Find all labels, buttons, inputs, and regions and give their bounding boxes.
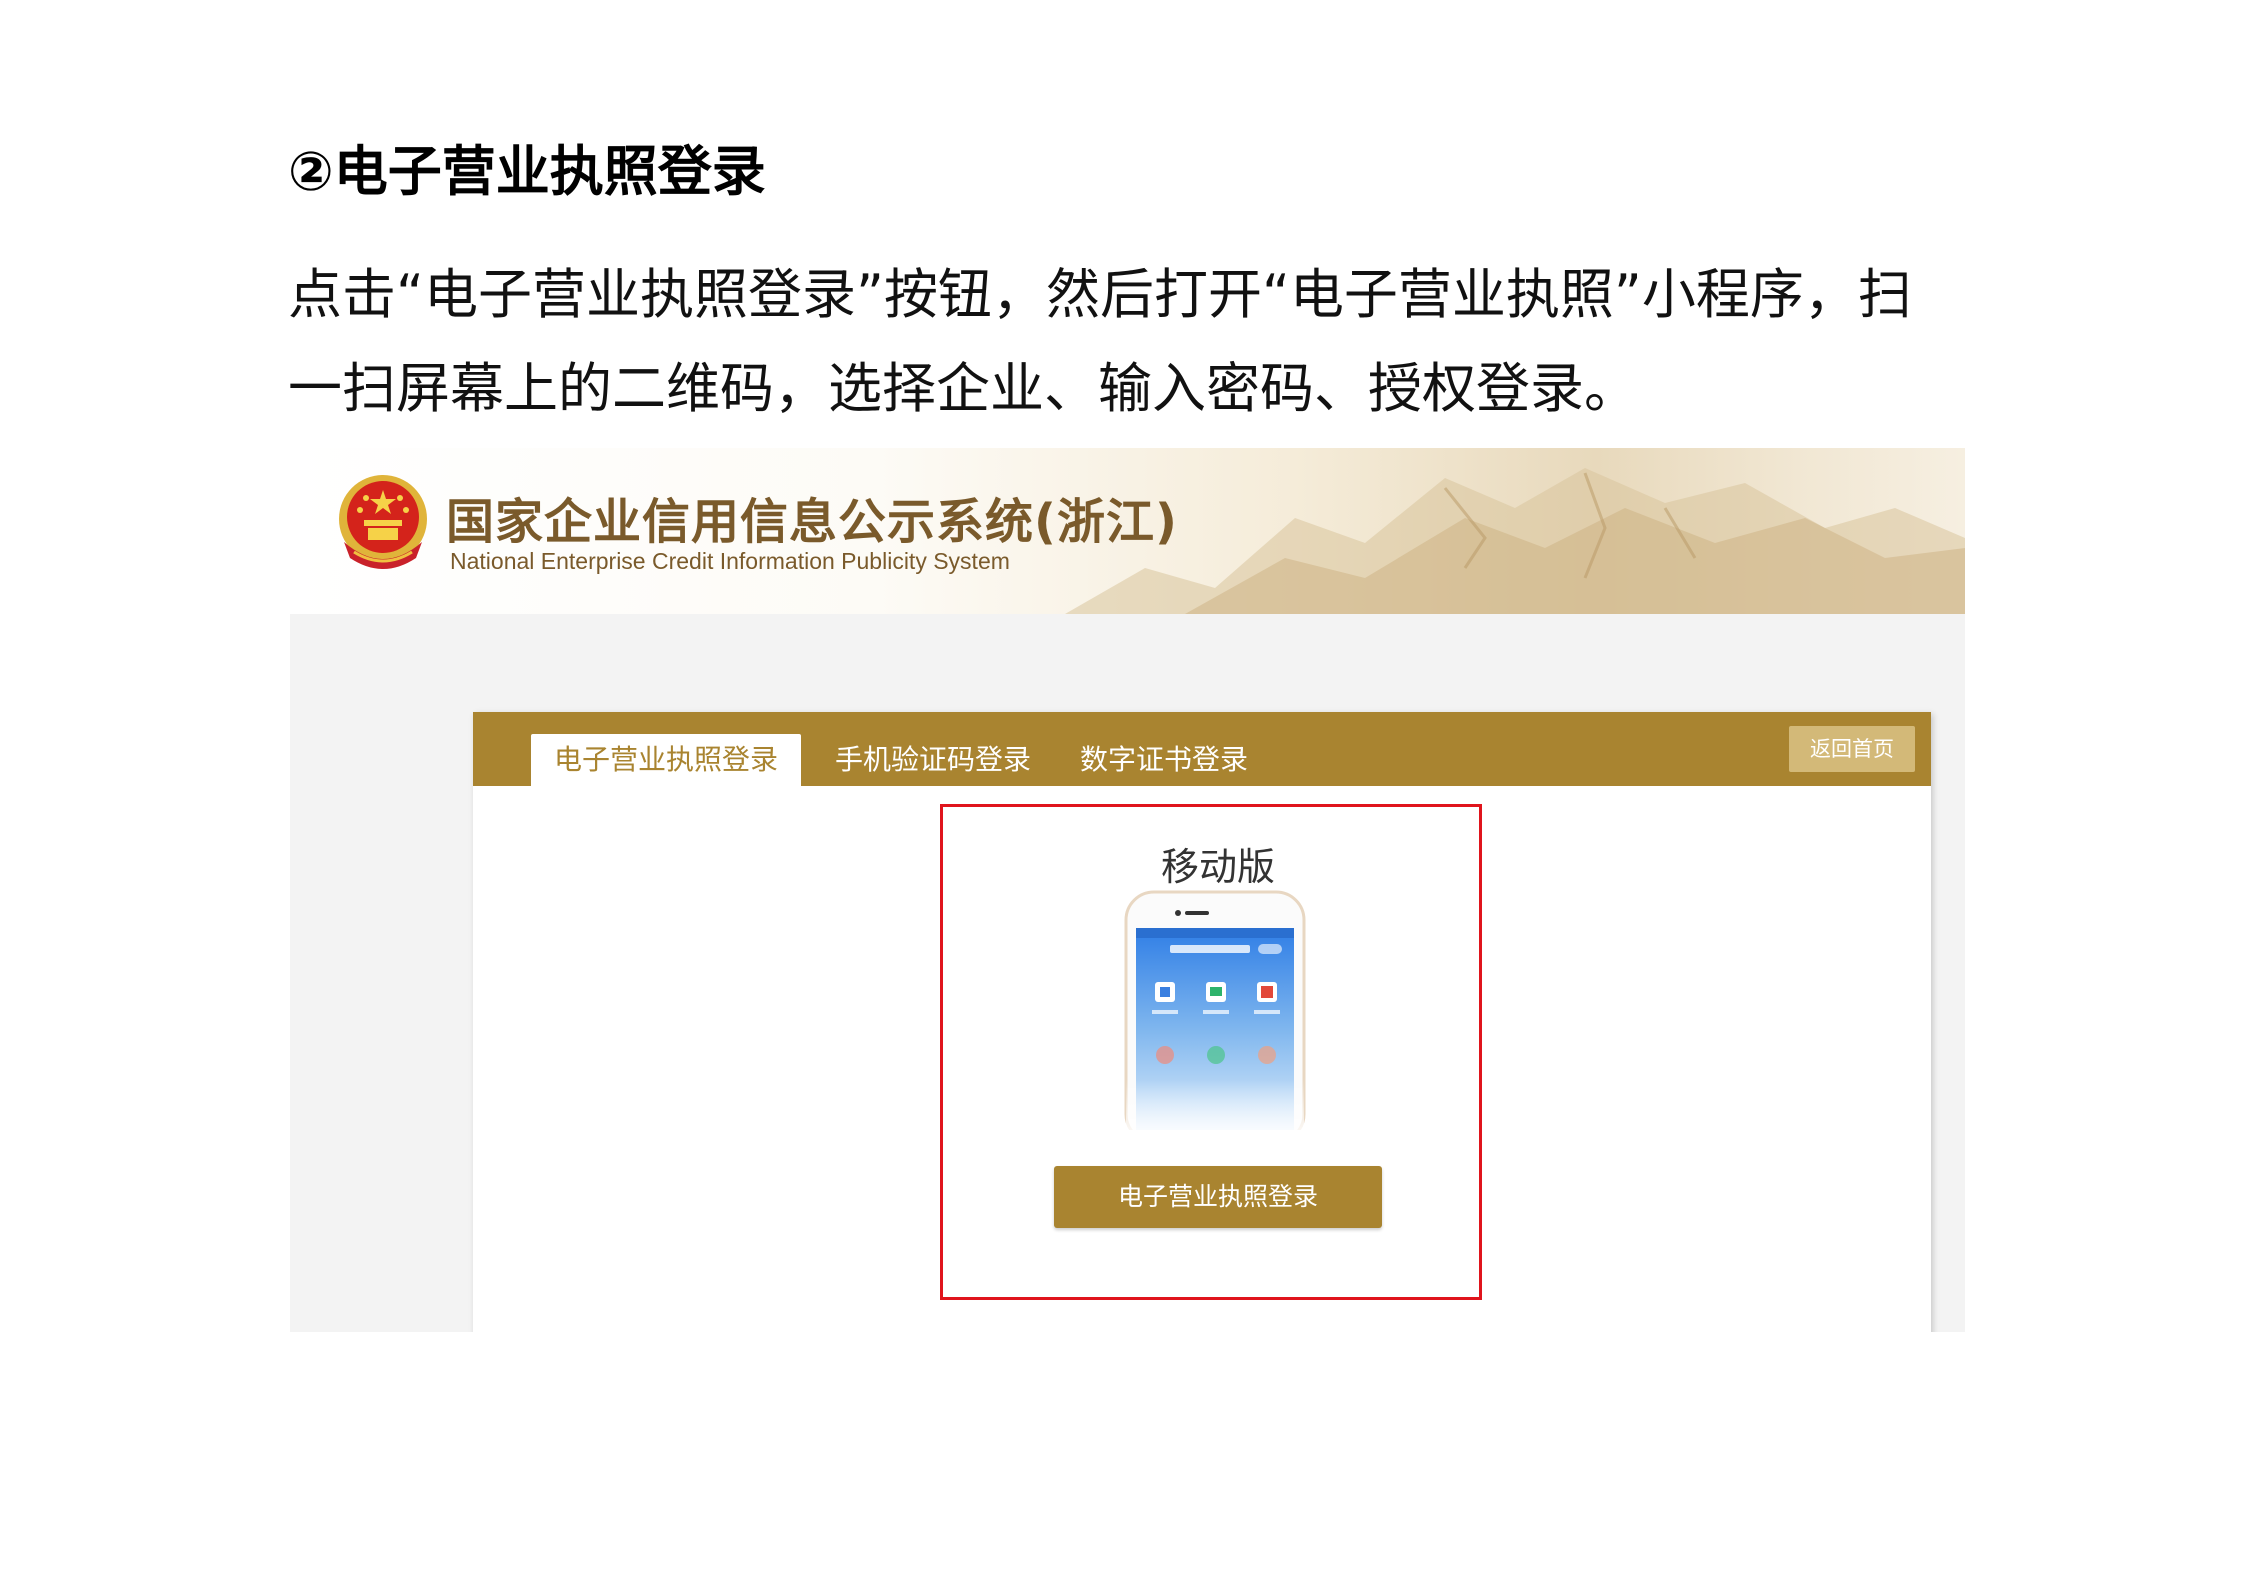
phone-mockup-image <box>1124 890 1306 1130</box>
site-title: 国家企业信用信息公示系统(浙江) <box>446 494 1178 550</box>
back-home-button[interactable]: 返回首页 <box>1789 726 1915 772</box>
doc-paragraph: 点击“电子营业执照登录”按钮，然后打开“电子营业执照”小程序，扫 一扫屏幕上的二… <box>288 248 2008 436</box>
site-header: 国家企业信用信息公示系统(浙江) National Enterprise Cre… <box>290 448 1965 614</box>
mobile-version-title: 移动版 <box>1160 845 1275 889</box>
paragraph-line: 一扫屏幕上的二维码，选择企业、输入密码、授权登录。 <box>288 357 1638 420</box>
national-emblem-icon <box>339 475 427 569</box>
mountain-banner-image <box>1065 468 1965 614</box>
tab-digital-cert-login[interactable]: 数字证书登录 <box>1071 734 1257 786</box>
paragraph-line: 点击“电子营业执照登录”按钮，然后打开“电子营业执照”小程序，扫 <box>288 263 1912 326</box>
tab-bar: 电子营业执照登录 手机验证码登录 数字证书登录 返回首页 <box>473 712 1931 786</box>
e-license-login-button[interactable]: 电子营业执照登录 <box>1054 1166 1382 1228</box>
site-subtitle: National Enterprise Credit Information P… <box>450 548 1010 574</box>
tab-e-license-login[interactable]: 电子营业执照登录 <box>531 734 801 786</box>
tab-sms-code-login[interactable]: 手机验证码登录 <box>823 734 1043 786</box>
doc-heading: ②电子营业执照登录 <box>288 140 766 203</box>
